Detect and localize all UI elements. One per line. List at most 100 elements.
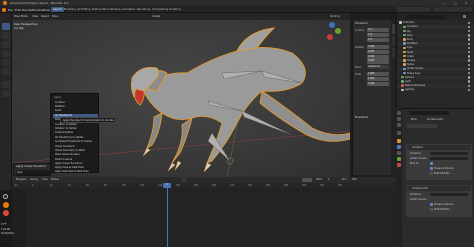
last-operator-panel[interactable]: Apply Visual Transform Type [13,163,51,176]
visibility-eye-icon[interactable] [468,71,471,75]
minimize-button[interactable]: — [443,1,446,5]
visibility-eye-icon[interactable] [468,34,471,37]
visibility-eye-icon[interactable] [468,63,471,66]
visibility-eye-icon[interactable] [468,29,471,33]
render-tab-icon[interactable] [397,117,401,121]
preserve-volume-checkbox[interactable] [430,203,433,206]
outliner-row[interactable]: Collection [397,21,474,25]
visibility-eye-icon[interactable] [468,46,471,50]
rotation-y-field[interactable]: 0.000 [367,54,389,59]
tool-tab-icon[interactable] [397,111,401,115]
object-tab-icon[interactable] [397,139,401,143]
outliner-row[interactable]: Armature [397,25,474,29]
close-button[interactable]: ✕ [465,1,468,5]
view-menu[interactable]: View [32,15,38,18]
keying-menu[interactable]: Keying [30,178,38,181]
outliner-search-input[interactable] [405,14,445,19]
tab-tool[interactable] [392,36,395,46]
blender-app-icon[interactable] [3,202,9,208]
modifier-object-field[interactable] [430,151,468,156]
tab-view[interactable] [392,48,395,58]
rotation-z-field[interactable]: 0.000 [367,59,389,64]
start-frame-field[interactable]: 1 [328,178,330,181]
scale-tool-icon[interactable] [2,59,10,66]
menu-help[interactable]: Help [43,8,50,12]
outliner-row[interactable]: Light [397,80,474,84]
transform-orientation-dropdown[interactable]: Global [152,15,160,18]
menu-file[interactable]: File [8,8,13,12]
tab-scripting[interactable]: Scripting [167,7,183,12]
preserve-volume-checkbox[interactable] [430,167,433,170]
visibility-eye-icon[interactable] [468,67,471,71]
end-frame-field[interactable]: 250 [352,178,357,181]
visibility-eye-icon[interactable] [468,38,471,41]
menu-edit[interactable]: Edit [15,8,21,12]
properties-section-header[interactable]: Properties [355,116,368,119]
browser-app-icon[interactable] [3,210,9,216]
outliner-row[interactable]: Modifiers [397,42,474,46]
outliner-row[interactable]: Vertex Groups [397,67,474,71]
measure-tool-icon[interactable] [2,90,10,97]
location-x-field[interactable]: 0 m [367,28,389,33]
outliner-row[interactable]: Tongue [397,58,474,63]
outliner-row[interactable]: Shape Keys [397,71,474,75]
visibility-eye-icon[interactable] [468,50,471,54]
annotate-tool-icon[interactable] [2,81,10,88]
playhead[interactable]: 1 [163,183,171,188]
modifier-panel-armature[interactable]: Armature Armature Vertex Groups Bind To … [406,144,472,180]
scene-selector[interactable] [396,7,430,12]
outliner-row[interactable]: Material Previews [397,84,474,88]
view-menu[interactable]: View [42,178,48,181]
cursor-tool-icon[interactable] [2,32,10,39]
transform-tool-icon[interactable] [2,68,10,75]
outliner-row[interactable]: Camera [397,75,474,80]
visibility-eye-icon[interactable] [468,21,471,24]
last-operator-field[interactable]: Type [16,170,50,175]
rotate-tool-icon[interactable] [2,50,10,57]
visibility-eye-icon[interactable] [468,76,471,79]
output-tab-icon[interactable] [397,123,401,127]
outliner-row[interactable]: Pose [397,33,474,38]
modifier-name-field[interactable]: Armature.001 [412,187,428,190]
rotation-x-field[interactable]: 0.000 [367,49,389,54]
vertex-groups-checkbox[interactable] [430,162,433,165]
rotation-mode-dropdown[interactable]: Quaternion [367,65,389,70]
pose-menu[interactable]: Pose [52,15,58,18]
location-z-field[interactable]: 0 m [367,37,389,42]
outliner-row[interactable]: Claws [397,55,474,59]
options-menu[interactable]: Options [330,15,340,18]
menu-item-apply-selected-rest[interactable]: Apply Selected as Rest Pose [53,170,98,174]
visibility-eye-icon[interactable] [468,80,471,83]
filter-icon[interactable] [463,15,466,18]
add-modifier-button[interactable] [407,124,437,128]
physics-tab-icon[interactable] [397,151,401,155]
modifier-panel-armature-001[interactable]: Armature.001 Armature Vertex Groups Pres… [406,185,472,217]
timeline-ruler[interactable]: -20 0 20 40 60 80 100 120 140 160 180 200 220 240 260 2… [12,183,396,188]
mode-selector[interactable]: Pose Mode [14,15,28,18]
visibility-eye-icon[interactable] [468,84,471,87]
blender-menu-icon[interactable] [2,7,6,12]
scale-y-field[interactable]: 1.000 [367,76,389,81]
search-icon[interactable] [3,194,8,199]
select-menu[interactable]: Select [41,15,49,18]
vertex-groups-field[interactable] [430,156,468,161]
maximize-button[interactable]: □ [454,1,457,5]
view-layer-selector[interactable] [434,7,472,12]
move-tool-icon[interactable] [2,41,10,48]
current-frame-field[interactable] [302,178,312,182]
visibility-eye-icon[interactable] [468,88,471,92]
rotation-w-field[interactable]: 1.000 [367,45,389,50]
location-y-field[interactable]: 0 m [367,32,389,37]
scale-z-field[interactable]: 1.000 [367,81,389,86]
playback-menu[interactable]: Playback [16,178,27,181]
visibility-eye-icon[interactable] [468,25,471,29]
outliner-row[interactable]: Rig [397,29,474,33]
visibility-eye-icon[interactable] [468,55,471,58]
modifier-tab-icon[interactable] [397,145,401,149]
marker-menu[interactable]: Marker [51,178,59,181]
data-tab-icon[interactable] [397,157,401,161]
outliner-row[interactable]: Teeth [397,50,474,54]
outliner-row[interactable]: Body [397,38,474,42]
multi-modifier-checkbox[interactable] [430,172,433,175]
menu-item-animated-deltas[interactable]: Animated Transforms to Deltas [53,140,98,144]
